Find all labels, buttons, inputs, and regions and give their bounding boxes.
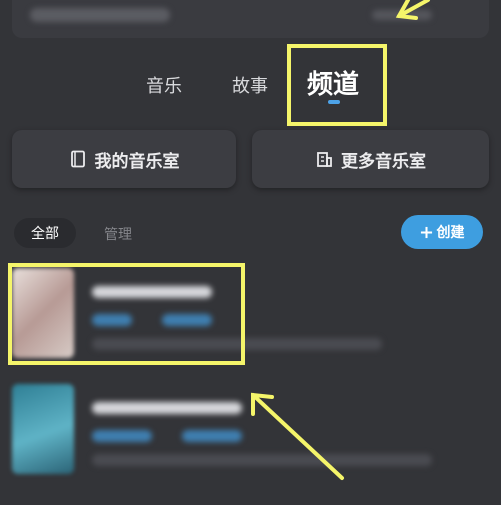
annotation-arrows (251, 0, 430, 480)
arrow-bottom (251, 393, 344, 480)
